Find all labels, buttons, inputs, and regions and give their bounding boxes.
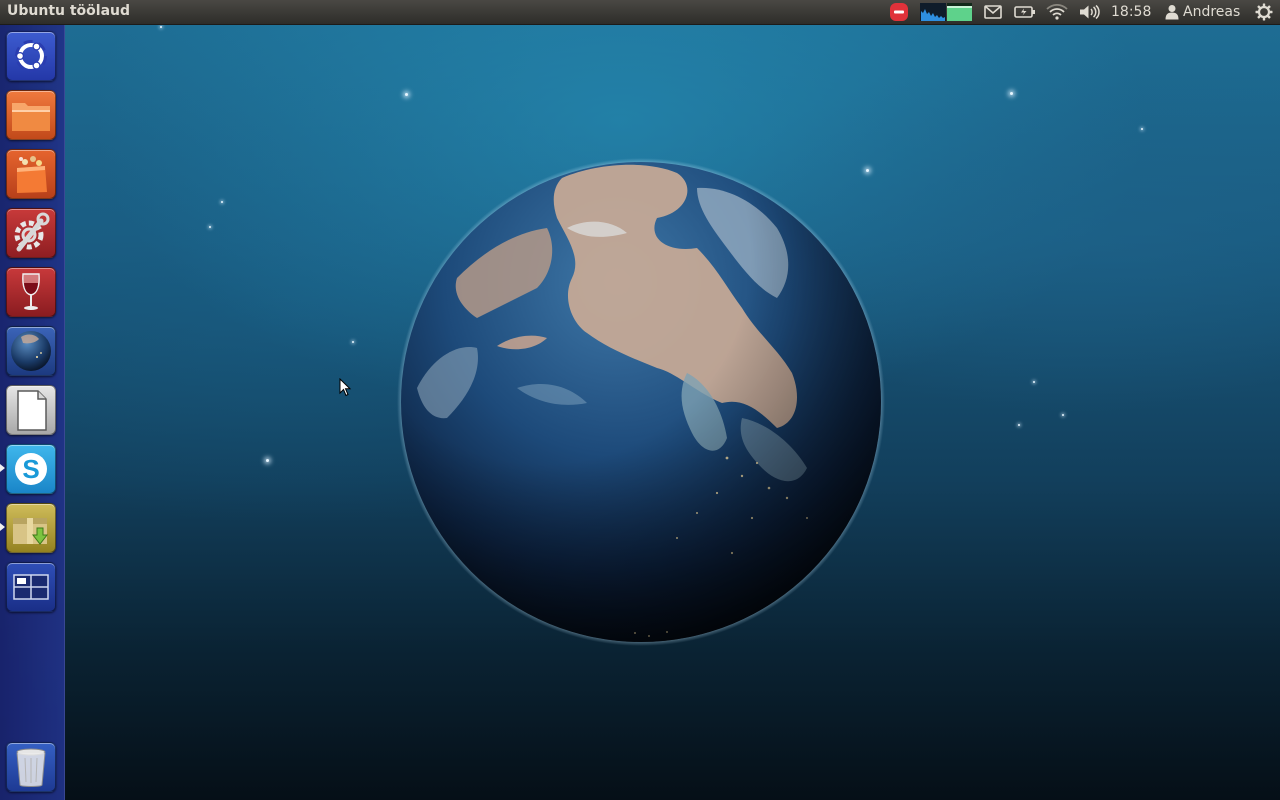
star (1033, 381, 1035, 383)
star (266, 459, 269, 462)
user-icon[interactable] (1163, 0, 1181, 24)
session-gear-icon[interactable] (1253, 0, 1275, 24)
star (221, 201, 223, 203)
star (209, 226, 211, 228)
wrench-gear-icon (14, 212, 50, 252)
globe-icon (11, 331, 51, 371)
launcher-item-ubuntu-dash[interactable] (6, 31, 56, 81)
star (1018, 424, 1020, 426)
launcher-item-earth-app[interactable] (6, 326, 56, 376)
launcher: S (0, 25, 65, 800)
user-name[interactable]: Andreas (1183, 4, 1240, 20)
folder-icon (12, 103, 50, 131)
launcher-item-home-folder[interactable] (6, 90, 56, 140)
star (352, 341, 354, 343)
trash-icon (16, 748, 46, 787)
launcher-item-system-settings[interactable] (6, 208, 56, 258)
workspaces-icon (13, 574, 49, 600)
mouse-pointer-icon (339, 378, 352, 397)
star (160, 26, 162, 28)
launcher-item-skype[interactable]: S (6, 444, 56, 494)
ubuntu-logo-icon (15, 40, 47, 72)
shopping-bag-icon (17, 156, 47, 193)
skype-icon: S (15, 453, 47, 485)
launcher-item-workspace-switcher[interactable] (6, 562, 56, 612)
running-indicator (0, 523, 5, 531)
volume-icon[interactable] (1077, 0, 1101, 24)
star (405, 93, 408, 96)
system-monitor-icon[interactable] (919, 0, 973, 24)
launcher-item-software-center[interactable] (6, 149, 56, 199)
document-icon (17, 390, 47, 431)
star (1062, 414, 1064, 416)
battery-icon[interactable] (1013, 0, 1037, 24)
launcher-item-archive-manager[interactable] (6, 503, 56, 553)
clock[interactable]: 18:58 (1111, 4, 1151, 20)
wifi-icon[interactable] (1045, 0, 1069, 24)
mail-icon[interactable] (982, 0, 1004, 24)
wine-glass-icon (22, 273, 40, 310)
package-download-icon (13, 518, 49, 545)
running-indicator (0, 464, 5, 472)
earth-wallpaper-image (397, 158, 885, 646)
launcher-item-wine[interactable] (6, 267, 56, 317)
star (1010, 92, 1013, 95)
star (1141, 128, 1143, 130)
launcher-item-trash[interactable] (6, 742, 56, 792)
launcher-item-libreoffice[interactable] (6, 385, 56, 435)
desktop[interactable] (0, 0, 1280, 800)
top-panel: Ubuntu töölaud 18:58 Andreas (0, 0, 1280, 25)
window-title: Ubuntu töölaud (7, 3, 131, 19)
network-blocked-icon[interactable] (888, 0, 910, 24)
svg-text:S: S (22, 454, 39, 484)
